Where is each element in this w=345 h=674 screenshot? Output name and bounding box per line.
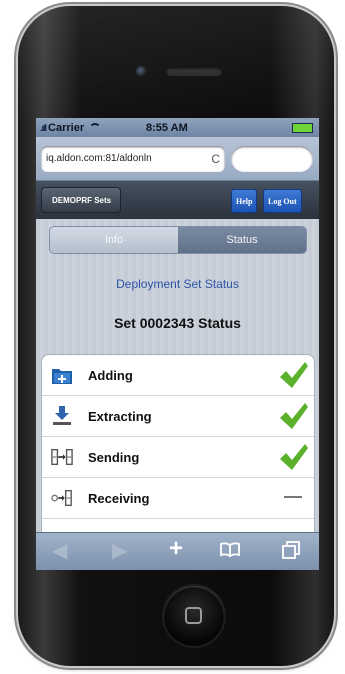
add-bookmark-icon[interactable]: +	[169, 537, 183, 561]
checkmark-icon	[278, 402, 308, 435]
forward-arrow-icon[interactable]: ▶	[112, 541, 127, 561]
receive-icon	[51, 487, 73, 509]
status-bar: .ıll Carrier 8:55 AM	[36, 118, 319, 137]
list-item: Sending	[42, 437, 314, 478]
segmented-control: Info Status	[49, 226, 307, 254]
address-bar-row: iq.aldon.com:81/aldonln C	[36, 137, 319, 181]
front-camera	[136, 66, 147, 77]
step-label: Sending	[88, 449, 140, 465]
home-button[interactable]	[164, 586, 224, 646]
checkmark-icon	[278, 361, 308, 394]
main-content: Info Status Deployment Set Status Set 00…	[36, 219, 319, 546]
list-item: Extracting	[42, 396, 314, 437]
list-item: Adding	[42, 355, 314, 396]
battery-icon	[292, 123, 313, 133]
pending-dash	[284, 496, 302, 498]
earpiece-speaker	[166, 67, 222, 76]
tab-status[interactable]: Status	[178, 227, 306, 253]
add-folder-icon	[51, 364, 73, 386]
step-label: Extracting	[88, 408, 152, 424]
app-nav-bar: DEMOPRF Sets Help Log Out	[36, 181, 319, 219]
status-list: Adding Extracting Sending Receiving	[41, 354, 315, 546]
url-field[interactable]: iq.aldon.com:81/aldonln C	[41, 145, 225, 172]
reload-icon[interactable]: C	[211, 152, 220, 166]
send-icon	[51, 446, 73, 468]
help-button[interactable]: Help	[231, 189, 258, 213]
extract-icon	[51, 405, 73, 427]
back-button[interactable]: DEMOPRF Sets	[41, 187, 122, 213]
url-text: iq.aldon.com:81/aldonln	[46, 153, 152, 164]
back-arrow-icon[interactable]: ◀	[52, 541, 67, 561]
step-label: Adding	[88, 367, 133, 383]
clock: 8:55 AM	[146, 121, 188, 134]
signal-icon: .ıll	[40, 122, 47, 133]
wifi-icon	[89, 123, 102, 132]
browser-toolbar: ◀ ▶ +	[36, 532, 319, 570]
page-heading: Deployment Set Status	[116, 277, 239, 291]
bookmarks-icon[interactable]	[220, 541, 240, 561]
home-square-icon	[185, 607, 202, 624]
tab-info[interactable]: Info	[50, 227, 178, 253]
checkmark-icon	[278, 443, 308, 476]
logout-button[interactable]: Log Out	[263, 189, 302, 213]
pages-icon[interactable]	[282, 541, 300, 563]
phone-screen: .ıll Carrier 8:55 AM iq.aldon.com:81/ald…	[36, 118, 319, 570]
list-item: Receiving	[42, 478, 314, 519]
step-label: Receiving	[88, 490, 150, 506]
search-field[interactable]	[231, 145, 313, 172]
set-title: Set 0002343 Status	[114, 315, 241, 331]
carrier-name: Carrier	[48, 121, 85, 134]
